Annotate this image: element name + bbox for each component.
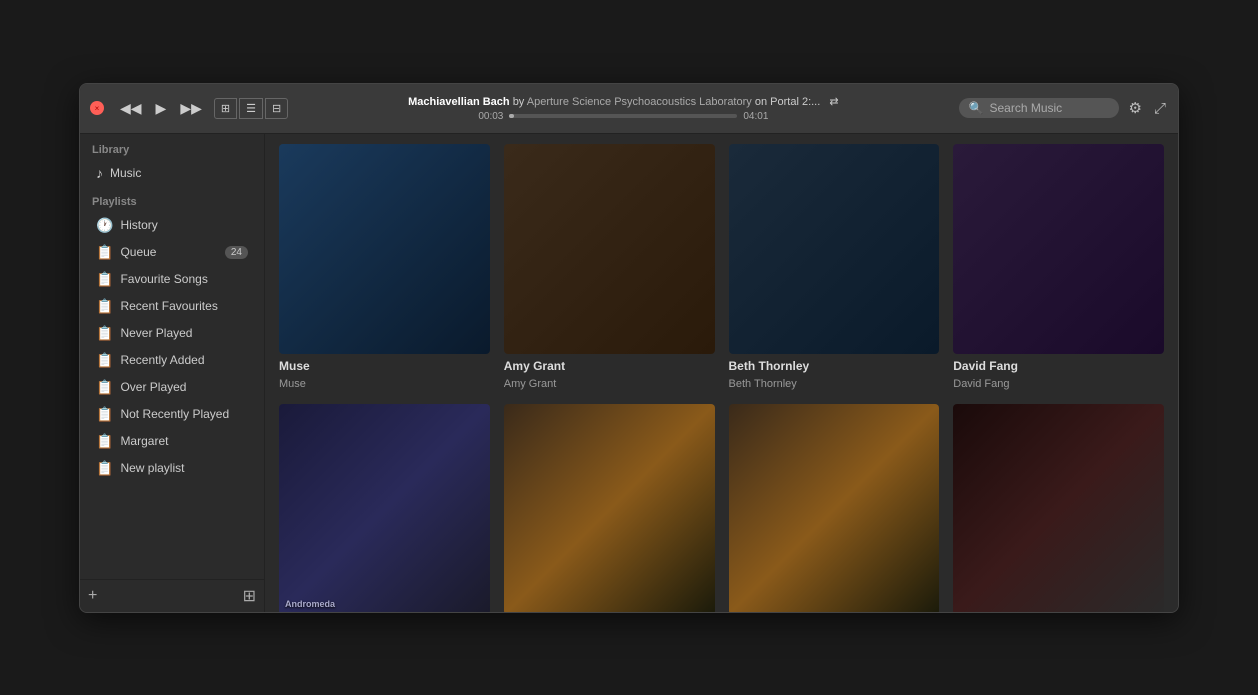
album-title-row1-col1: Muse: [279, 359, 490, 373]
sidebar-item-label-queue: Queue: [120, 245, 156, 259]
album-title-row1-col4: David Fang: [953, 359, 1164, 373]
over-played-icon: 📋: [96, 379, 113, 396]
time-total: 04:01: [743, 111, 773, 122]
album-artist-row1-col1: Muse: [279, 378, 490, 390]
album-card-row1-col3[interactable]: Beth Thornley Beth Thornley: [729, 144, 940, 391]
content-area: MuseMuseAmy GrantAmy GrantBeth ThornleyB…: [265, 134, 1178, 612]
album-artist-row1-col2: Amy Grant: [504, 378, 715, 390]
album-grid: MuseMuseAmy GrantAmy GrantBeth ThornleyB…: [279, 144, 1164, 612]
album-card-row1-col4[interactable]: David Fang David Fang: [953, 144, 1164, 391]
library-label: Library: [80, 134, 264, 160]
sidebar: Library ♪ Music Playlists 🕐 History 📋 Queue…: [80, 134, 265, 612]
sidebar-item-margaret[interactable]: 📋 Margaret: [84, 428, 260, 455]
album-card-row2-col2[interactable]: Another Realm - Dis...Iona: [504, 404, 715, 611]
album-art-row2-col1: Andromeda: [279, 404, 490, 611]
not-recently-played-icon: 📋: [96, 406, 113, 423]
shuffle-icon[interactable]: ⇄: [829, 96, 838, 108]
sidebar-item-never-played[interactable]: 📋 Never Played: [84, 320, 260, 347]
list-view-button[interactable]: ☰: [239, 98, 263, 119]
prev-button[interactable]: ◀◀: [116, 98, 146, 119]
recent-favourites-icon: 📋: [96, 298, 113, 315]
column-view-button[interactable]: ⊟: [265, 98, 288, 119]
never-played-icon: 📋: [96, 325, 113, 342]
track-title: Machiavellian Bach: [408, 96, 510, 108]
top-bar: × ◀◀ ▶ ▶▶ ⊞ ☰ ⊟ Machiavellian Bach by Ap…: [80, 84, 1178, 134]
album-card-row1-col1[interactable]: Muse Muse: [279, 144, 490, 391]
search-input[interactable]: [989, 101, 1108, 115]
progress-bar-area: 00:03 04:01: [473, 111, 773, 122]
app-window: × ◀◀ ▶ ▶▶ ⊞ ☰ ⊟ Machiavellian Bach by Ap…: [79, 83, 1179, 613]
sidebar-item-label-favourite-songs: Favourite Songs: [120, 272, 207, 286]
sidebar-item-music[interactable]: ♪ Music: [84, 160, 260, 186]
track-artist: Aperture Science Psychoacoustics Laborat…: [527, 96, 752, 108]
sidebar-items-container: 🕐 History 📋 Queue 24 📋 Favourite Songs 📋 Recent …: [80, 212, 264, 482]
album-title-row1-col2: Amy Grant: [504, 359, 715, 373]
sidebar-item-label-history: History: [120, 218, 157, 232]
queue-icon: 📋: [96, 244, 113, 261]
album-art-row1-col1: [279, 144, 490, 355]
album-artist-row1-col3: Beth Thornley: [729, 378, 940, 390]
album-card-row2-col3[interactable]: Another Realm - Dis...Iona: [729, 404, 940, 611]
play-button[interactable]: ▶: [152, 98, 171, 119]
time-current: 00:03: [473, 111, 503, 122]
album-art-row1-col2: [504, 144, 715, 355]
playlists-label: Playlists: [80, 186, 264, 212]
margaret-icon: 📋: [96, 433, 113, 450]
sidebar-item-over-played[interactable]: 📋 Over Played: [84, 374, 260, 401]
sidebar-item-label-not-recently-played: Not Recently Played: [120, 407, 229, 421]
next-button[interactable]: ▶▶: [176, 98, 206, 119]
expand-button[interactable]: ⤢: [1152, 98, 1168, 119]
track-album: Portal 2:...: [770, 96, 820, 108]
add-playlist-button[interactable]: +: [88, 587, 97, 605]
track-info: Machiavellian Bach by Aperture Science P…: [408, 95, 838, 108]
transport-controls: ◀◀ ▶ ▶▶: [116, 98, 206, 119]
sidebar-item-favourite-songs[interactable]: 📋 Favourite Songs: [84, 266, 260, 293]
close-button[interactable]: ×: [90, 101, 104, 115]
favourite-songs-icon: 📋: [96, 271, 113, 288]
sidebar-item-recently-added[interactable]: 📋 Recently Added: [84, 347, 260, 374]
sidebar-music-label: Music: [110, 166, 141, 180]
sidebar-item-label-margaret: Margaret: [120, 434, 168, 448]
sidebar-item-new-playlist[interactable]: 📋 New playlist: [84, 455, 260, 482]
by-label: by: [513, 96, 525, 108]
search-area: 🔍 ⚙ ⤢: [959, 97, 1168, 119]
album-card-row2-col4[interactable]: April RainDelain: [953, 404, 1164, 611]
now-playing-area: Machiavellian Bach by Aperture Science P…: [296, 95, 950, 122]
sidebar-item-not-recently-played[interactable]: 📋 Not Recently Played: [84, 401, 260, 428]
main-area: Library ♪ Music Playlists 🕐 History 📋 Queue…: [80, 134, 1178, 612]
new-playlist-icon: 📋: [96, 460, 113, 477]
sidebar-item-label-recently-added: Recently Added: [120, 353, 204, 367]
album-art-row2-col3: [729, 404, 940, 611]
sidebar-footer: + ⊞: [80, 579, 264, 612]
album-card-row2-col1[interactable]: AndromedaAndromeda: The M...David Fang: [279, 404, 490, 611]
sidebar-item-label-new-playlist: New playlist: [120, 461, 184, 475]
search-box: 🔍: [959, 98, 1119, 118]
sidebar-item-queue[interactable]: 📋 Queue 24: [84, 239, 260, 266]
sidebar-item-label-over-played: Over Played: [120, 380, 186, 394]
album-artist-row1-col4: David Fang: [953, 378, 1164, 390]
view-controls: ⊞ ☰ ⊟: [214, 98, 288, 119]
album-title-row1-col3: Beth Thornley: [729, 359, 940, 373]
album-art-row1-col4: [953, 144, 1164, 355]
recently-added-icon: 📋: [96, 352, 113, 369]
sidebar-item-label-never-played: Never Played: [120, 326, 192, 340]
album-art-row1-col3: [729, 144, 940, 355]
album-card-row1-col2[interactable]: Amy Grant Amy Grant: [504, 144, 715, 391]
album-art-row2-col2: [504, 404, 715, 611]
search-icon: 🔍: [969, 101, 984, 115]
sidebar-item-recent-favourites[interactable]: 📋 Recent Favourites: [84, 293, 260, 320]
sidebar-badge-queue: 24: [225, 246, 248, 259]
grid-view-button[interactable]: ⊞: [214, 98, 237, 119]
gear-button[interactable]: ⚙: [1127, 97, 1144, 119]
sidebar-item-history[interactable]: 🕐 History: [84, 212, 260, 239]
history-icon: 🕐: [96, 217, 113, 234]
progress-fill: [509, 114, 514, 118]
album-art-row2-col4: [953, 404, 1164, 611]
music-icon: ♪: [96, 165, 103, 181]
sidebar-item-label-recent-favourites: Recent Favourites: [120, 299, 217, 313]
sidebar-settings-button[interactable]: ⊞: [243, 586, 256, 606]
on-label: on: [755, 96, 767, 108]
progress-track[interactable]: [509, 114, 737, 118]
